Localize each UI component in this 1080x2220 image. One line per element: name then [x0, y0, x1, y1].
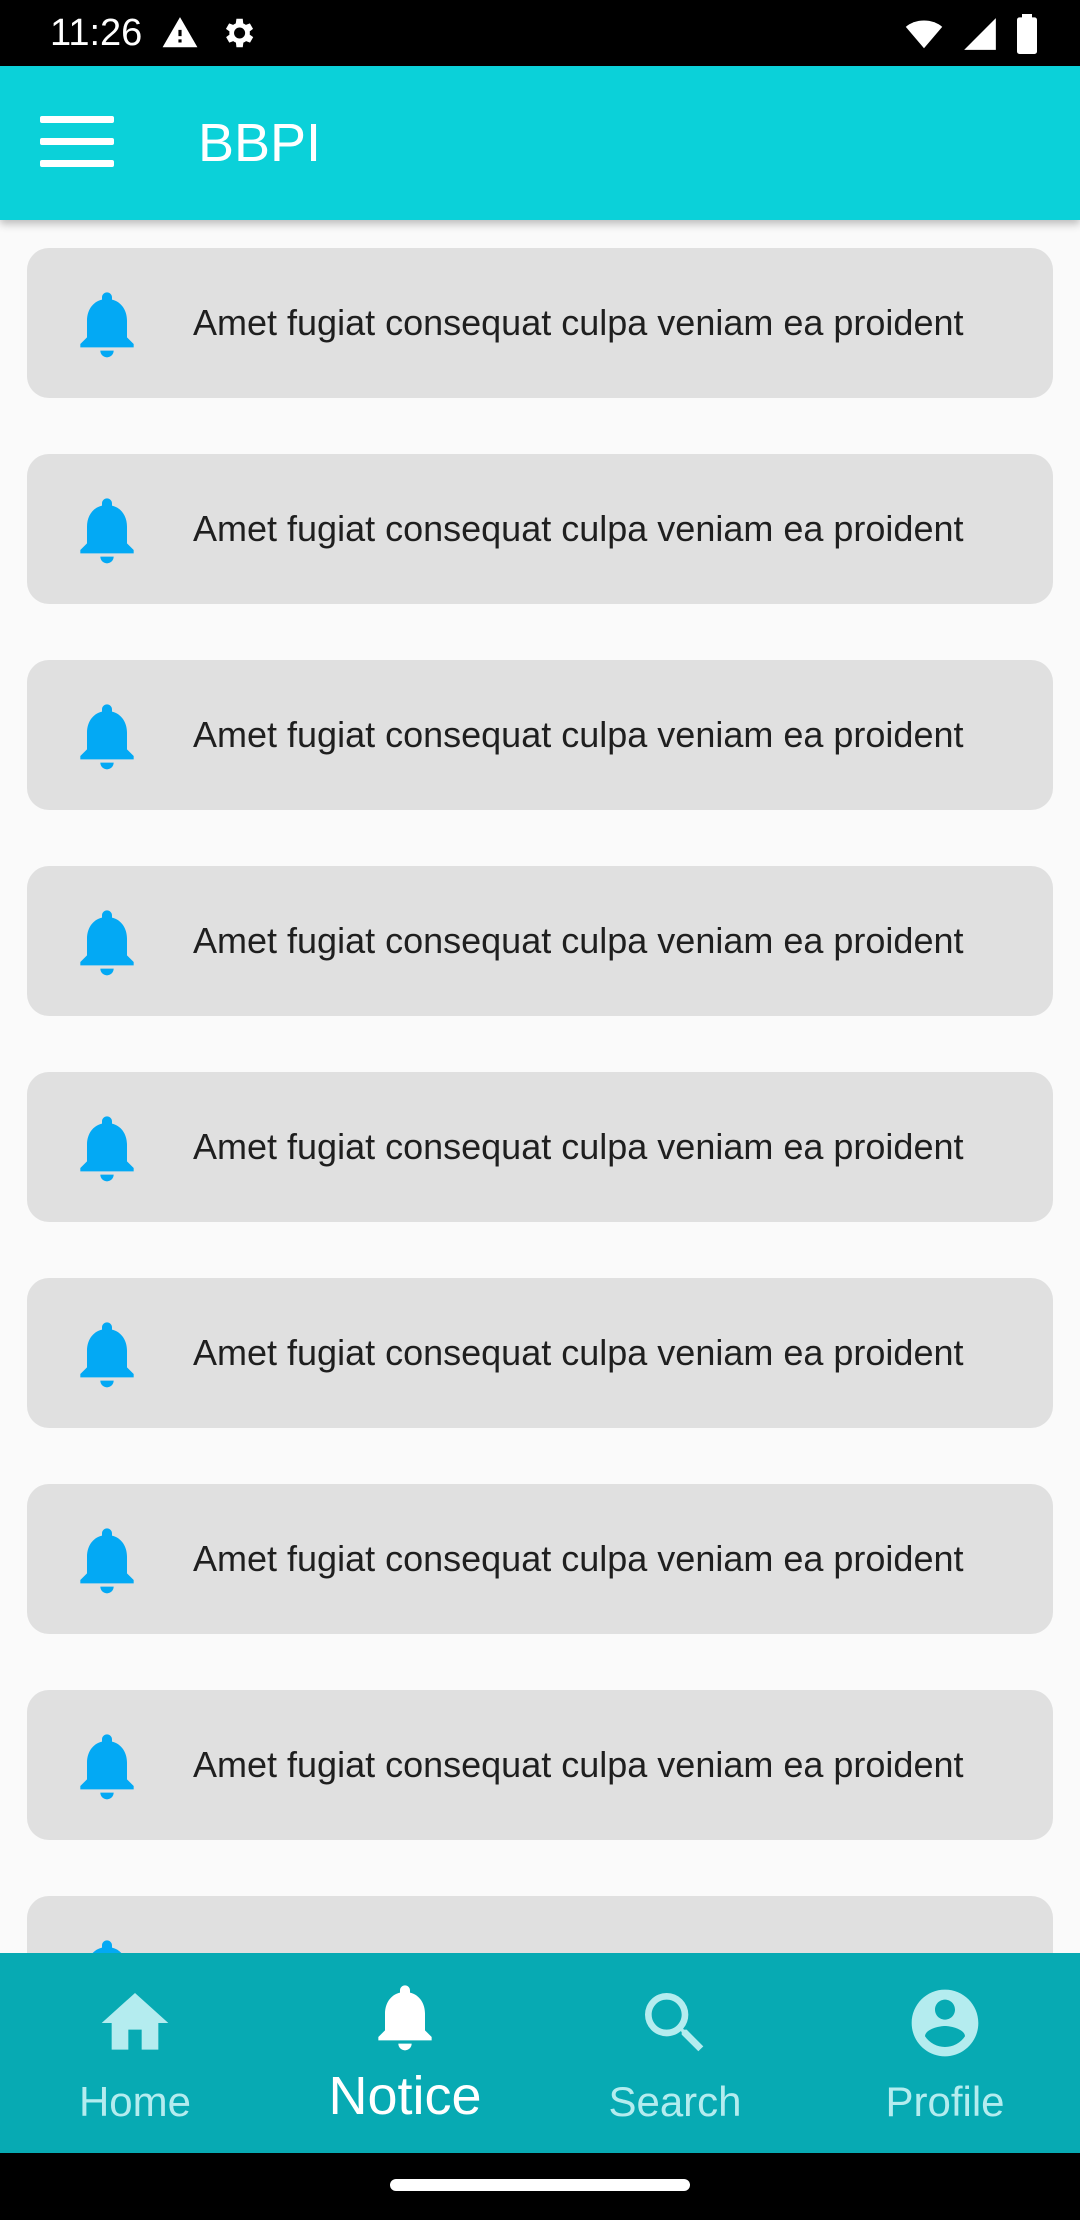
notice-text: Amet fugiat consequat culpa veniam ea pr… [193, 508, 964, 549]
bell-icon [92, 1940, 122, 1953]
notice-item[interactable]: Amet fugiat consequat culpa veniam ea pr… [27, 454, 1053, 604]
wifi-icon [905, 20, 943, 49]
nav-notice[interactable]: Notice [270, 1953, 540, 2153]
bell-icon [80, 704, 134, 770]
notice-text: Amet fugiat consequat culpa veniam ea pr… [193, 1332, 964, 1373]
warning-icon [162, 17, 198, 48]
notice-text: Amet fugiat consequat culpa veniam ea pr… [193, 1538, 964, 1579]
signal-icon [964, 18, 996, 50]
bell-icon [80, 1528, 134, 1594]
home-icon [101, 1993, 169, 2050]
gesture-handle[interactable] [390, 2179, 690, 2191]
nav-profile-label: Profile [885, 2078, 1005, 2125]
account-circle-icon [911, 1989, 979, 2057]
nav-notice-label: Notice [328, 2066, 482, 2126]
nav-search-label: Search [608, 2078, 742, 2125]
notice-item[interactable] [27, 1896, 1053, 1953]
bell-icon [378, 1985, 432, 2051]
battery-icon [1017, 14, 1037, 54]
settings-icon [225, 18, 254, 48]
bell-icon [80, 1734, 134, 1800]
notice-text: Amet fugiat consequat culpa veniam ea pr… [193, 920, 964, 961]
status-time: 11:26 [50, 12, 143, 54]
nav-search[interactable]: Search [540, 1953, 810, 2153]
gesture-bar [0, 2153, 1080, 2220]
bell-icon [80, 1322, 134, 1388]
app-bar: BBPI [0, 66, 1080, 220]
bottom-navigation: Home Notice Search Profile [0, 1953, 1080, 2153]
bell-icon [80, 1116, 134, 1182]
page-title: BBPI [198, 113, 322, 173]
notice-item[interactable]: Amet fugiat consequat culpa veniam ea pr… [27, 1484, 1053, 1634]
bell-icon [80, 498, 134, 564]
notice-item[interactable]: Amet fugiat consequat culpa veniam ea pr… [27, 1072, 1053, 1222]
nav-home[interactable]: Home [0, 1953, 270, 2153]
notice-item[interactable]: Amet fugiat consequat culpa veniam ea pr… [27, 866, 1053, 1016]
notice-item[interactable]: Amet fugiat consequat culpa veniam ea pr… [27, 660, 1053, 810]
bell-icon [80, 292, 134, 358]
bell-icon [80, 910, 134, 976]
nav-profile[interactable]: Profile [810, 1953, 1080, 2153]
nav-home-label: Home [78, 2078, 192, 2125]
notice-text: Amet fugiat consequat culpa veniam ea pr… [193, 302, 964, 343]
status-bar: 11:26 [0, 0, 1080, 66]
notice-list[interactable]: Amet fugiat consequat culpa veniam ea pr… [0, 220, 1080, 1953]
notice-text: Amet fugiat consequat culpa veniam ea pr… [193, 1126, 964, 1167]
notice-item[interactable]: Amet fugiat consequat culpa veniam ea pr… [27, 1278, 1053, 1428]
notice-text: Amet fugiat consequat culpa veniam ea pr… [193, 1744, 964, 1785]
notice-item[interactable]: Amet fugiat consequat culpa veniam ea pr… [27, 248, 1053, 398]
notice-item[interactable]: Amet fugiat consequat culpa veniam ea pr… [27, 1690, 1053, 1840]
search-icon [645, 1993, 704, 2052]
hamburger-menu-icon[interactable] [40, 116, 114, 170]
notice-text: Amet fugiat consequat culpa veniam ea pr… [193, 714, 964, 755]
